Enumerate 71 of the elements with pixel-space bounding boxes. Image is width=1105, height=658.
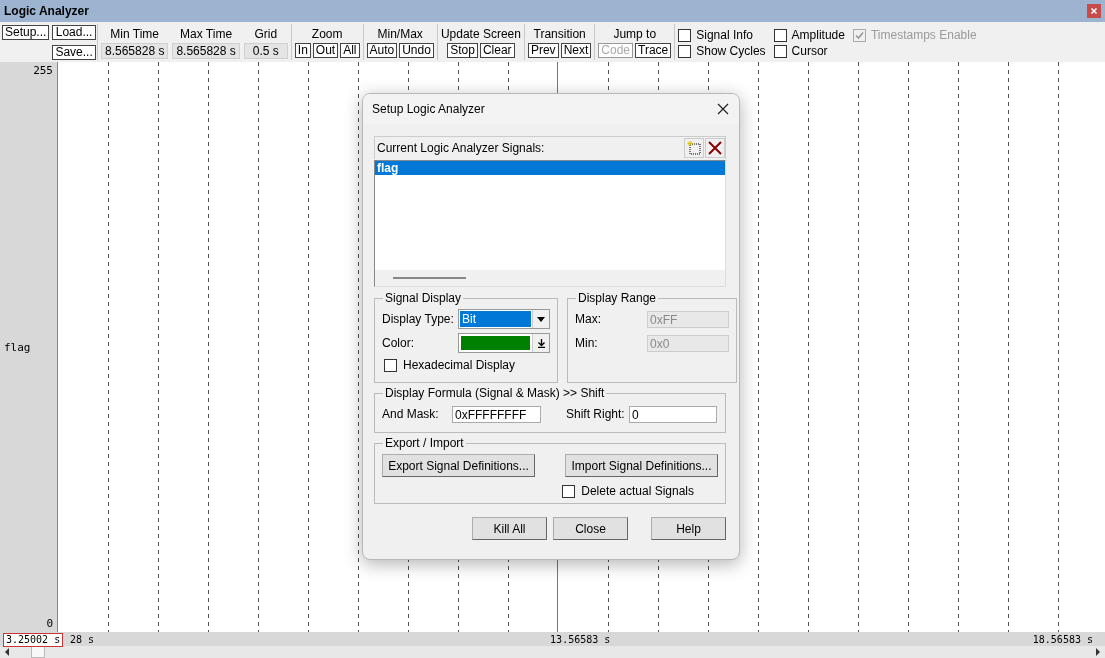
signals-label: Current Logic Analyzer Signals:	[377, 141, 545, 155]
readout-value: 0.5 s	[243, 43, 288, 59]
new-signal-button[interactable]	[684, 138, 704, 158]
readout-label: Max Time	[180, 27, 233, 41]
delete-icon	[708, 141, 722, 155]
group-label: Min/Max	[377, 27, 423, 41]
and-mask-field[interactable]: 0xFFFFFFFF	[452, 405, 541, 423]
field-label: And Mask:	[382, 407, 440, 421]
toolbar-button[interactable]: Out	[312, 43, 339, 58]
group-title: Export / Import	[384, 436, 465, 450]
hexadecimal-checkbox[interactable]: Hexadecimal Display	[382, 355, 550, 375]
toolbar-button[interactable]: Stop	[447, 43, 478, 58]
toolbar-button[interactable]: Next	[560, 43, 592, 58]
toolbar-button[interactable]: Trace	[635, 43, 672, 58]
toolbar-button[interactable]: Undo	[399, 43, 434, 58]
toolbar-button[interactable]: Auto	[366, 43, 398, 58]
time-label: 13.56583 s	[550, 633, 611, 645]
toolbar-button[interactable]: All	[340, 43, 360, 58]
option-checkbox[interactable]: Signal Info	[678, 27, 766, 43]
window-title: Logic Analyzer	[4, 4, 89, 18]
option-checkbox[interactable]: Cursor	[773, 43, 845, 59]
close-button[interactable]: Close	[553, 517, 628, 540]
field-label: Shift Right:	[566, 407, 626, 421]
caret-icon	[537, 316, 545, 322]
scroll-right-icon[interactable]	[1094, 647, 1102, 657]
toolbar-button[interactable]: Prev	[527, 43, 559, 58]
toolbar-button[interactable]: In	[294, 43, 311, 58]
delete-signals-checkbox[interactable]: Delete actual Signals	[382, 481, 718, 501]
group-label: Jump to	[613, 27, 657, 41]
readout-label: Min Time	[110, 27, 160, 41]
shift-right-field[interactable]: 0	[629, 405, 717, 423]
list-scroll-thumb[interactable]	[393, 277, 466, 279]
field-label: Max:	[575, 312, 602, 326]
import-button[interactable]: Import Signal Definitions...	[565, 454, 718, 477]
readout-value: 8.565828 s	[101, 43, 169, 59]
group-title: Display Range	[577, 291, 658, 305]
group-label: Zoom	[311, 27, 343, 41]
dialog-title: Setup Logic Analyzer	[372, 102, 485, 116]
group-title: Signal Display	[384, 291, 463, 305]
option-checkbox[interactable]: Show Cycles	[678, 43, 766, 59]
kill-all-button[interactable]: Kill All	[472, 517, 547, 540]
group-title: Display Formula (Signal & Mask) >> Shift	[384, 386, 606, 400]
signal-list-item[interactable]: flag	[375, 161, 725, 175]
toolbar-button[interactable]: Clear	[479, 43, 515, 58]
field-label: Color:	[382, 336, 415, 350]
field-label: Display Type:	[382, 312, 455, 326]
group-label: Update Screen	[440, 27, 521, 41]
y-max-label: 255	[33, 64, 53, 77]
close-icon[interactable]	[717, 103, 729, 115]
check-icon	[853, 29, 865, 41]
cursor-time-readout: 3.25002 s	[3, 633, 64, 647]
readout-label: Grid	[254, 27, 278, 41]
load-button[interactable]: Load...	[52, 25, 96, 40]
group-label: Transition	[533, 27, 586, 41]
option-checkbox[interactable]: Amplitude	[773, 27, 845, 43]
signal-label: flag	[4, 340, 31, 354]
save-button[interactable]: Save...	[52, 44, 96, 60]
field-label: Min:	[575, 336, 599, 350]
color-picker[interactable]	[458, 333, 550, 353]
delete-signal-button[interactable]	[705, 138, 725, 158]
scroll-left-icon[interactable]	[3, 647, 11, 657]
time-label: 18.56583 s	[1032, 633, 1093, 645]
down-arrow-icon	[536, 338, 546, 348]
export-button[interactable]: Export Signal Definitions...	[382, 454, 535, 477]
help-button[interactable]: Help	[651, 517, 726, 540]
setup-button[interactable]: Setup...	[2, 25, 50, 40]
new-icon	[687, 141, 701, 155]
display-type-dropdown[interactable]: Bit	[458, 309, 550, 329]
time-label: 28 s	[70, 633, 95, 645]
readout-value: 8.565828 s	[172, 43, 240, 59]
y-min-label: 0	[46, 617, 53, 630]
